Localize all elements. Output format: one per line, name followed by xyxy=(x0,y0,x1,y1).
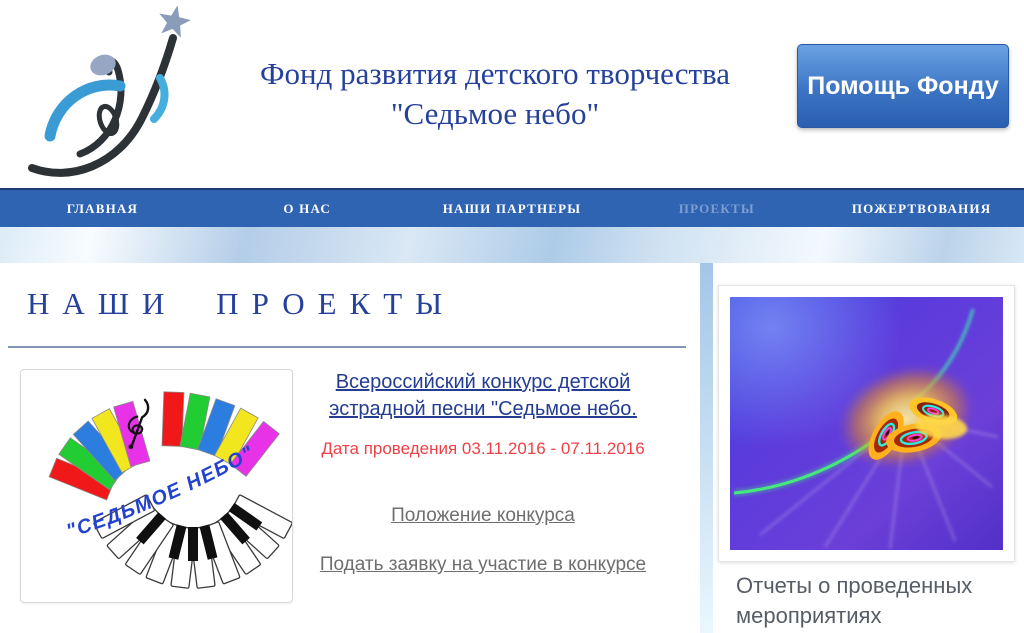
nav-item-about[interactable]: О НАС xyxy=(205,190,410,227)
site-title-line1: Фонд развития детского творчества xyxy=(200,54,790,94)
main-nav: ГЛАВНАЯ О НАС НАШИ ПАРТНЕРЫ ПРОЕКТЫ ПОЖЕ… xyxy=(0,188,1024,227)
fund-logo-dancer-icon[interactable] xyxy=(22,2,212,187)
star-icon xyxy=(155,2,193,39)
fractal-butterfly-image xyxy=(730,297,1003,550)
project-logo-image[interactable]: "СЕДЬМОЕ НЕБО" xyxy=(20,369,293,603)
help-fund-button[interactable]: Помощь Фонду xyxy=(797,44,1009,128)
site-title-line2: "Седьмое небо" xyxy=(200,94,790,134)
section-divider xyxy=(8,346,686,348)
help-fund-button-label: Помощь Фонду xyxy=(807,72,999,101)
column-divider xyxy=(700,263,713,633)
project-date: Дата проведения 03.11.2016 - 07.11.2016 xyxy=(300,439,666,459)
nav-item-projects[interactable]: ПРОЕКТЫ xyxy=(614,190,819,227)
contest-rules-link[interactable]: Положение конкурса xyxy=(391,505,575,527)
page-title: НАШИ ПРОЕКТЫ xyxy=(27,286,455,322)
project-title-link[interactable]: Всероссийский конкурс детской эстрадной … xyxy=(300,369,666,423)
nav-item-home[interactable]: ГЛАВНАЯ xyxy=(0,190,205,227)
nav-item-donations[interactable]: ПОЖЕРТВОВАНИЯ xyxy=(819,190,1024,227)
sedmoe-nebo-logo-icon: "СЕДЬМОЕ НЕБО" xyxy=(21,370,292,602)
project-info: Всероссийский конкурс детской эстрадной … xyxy=(300,369,666,576)
header: Фонд развития детского творчества "Седьм… xyxy=(0,0,1024,188)
reports-link[interactable]: Отчеты о проведенных мероприятиях xyxy=(736,571,1008,631)
header-gradient-strip xyxy=(0,227,1024,263)
nav-item-partners[interactable]: НАШИ ПАРТНЕРЫ xyxy=(410,190,615,227)
page: Фонд развития детского творчества "Седьм… xyxy=(0,0,1024,633)
reports-image-card[interactable] xyxy=(718,285,1015,562)
site-title: Фонд развития детского творчества "Седьм… xyxy=(200,54,790,134)
contest-apply-link[interactable]: Подать заявку на участие в конкурсе xyxy=(320,554,646,576)
